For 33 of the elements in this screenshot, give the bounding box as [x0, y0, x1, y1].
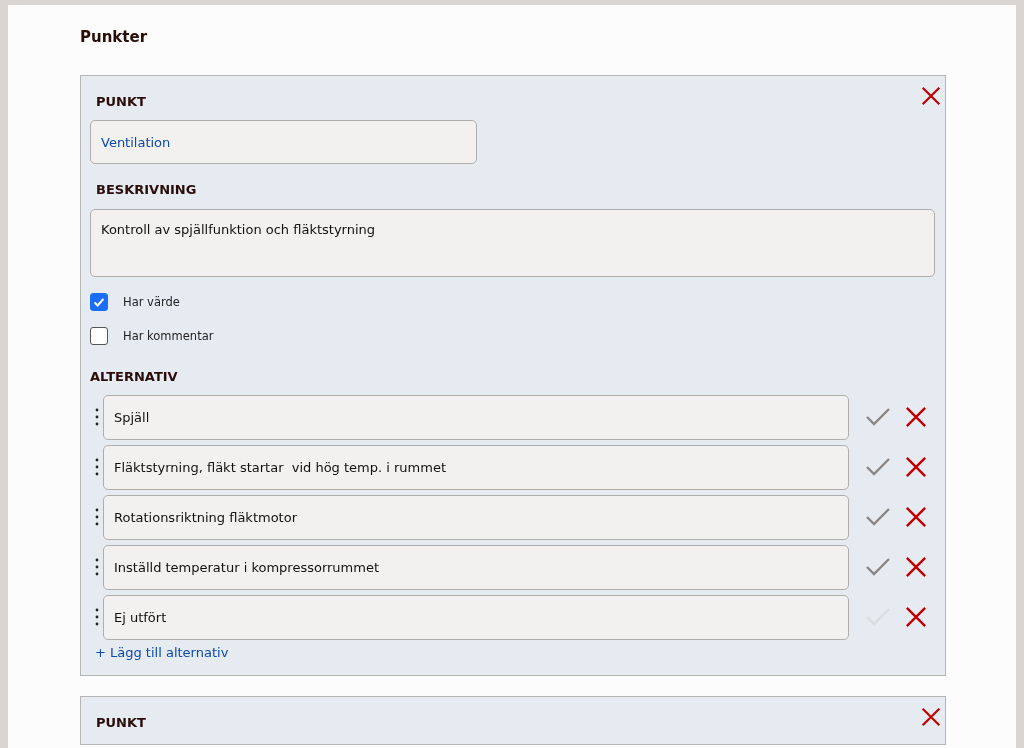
- input-field[interactable]: Ventilation: [90, 120, 477, 164]
- field-label: PUNKT: [95, 93, 146, 109]
- checkmark-icon: [92, 295, 106, 309]
- drag-handle-icon[interactable]: [95, 407, 99, 427]
- delete-icon[interactable]: [905, 556, 927, 578]
- close-icon[interactable]: [921, 707, 941, 727]
- input-field[interactable]: Fläktstyrning, fläkt startar vid hög temp. i rummet: [103, 444, 849, 490]
- delete-icon[interactable]: [905, 406, 927, 428]
- field-label: ALTERNATIV: [90, 368, 178, 384]
- drag-handle-icon[interactable]: [95, 607, 99, 627]
- close-icon[interactable]: [921, 86, 941, 106]
- add-alternative-link[interactable]: + Lägg till alternativ: [95, 645, 229, 660]
- field-label: BESKRIVNING: [95, 181, 197, 197]
- delete-icon[interactable]: [905, 606, 927, 628]
- checkmark-icon[interactable]: [865, 407, 891, 427]
- checkbox-label: Har värde: [123, 295, 180, 309]
- checkmark-icon[interactable]: [865, 557, 891, 577]
- delete-icon[interactable]: [905, 506, 927, 528]
- drag-handle-icon[interactable]: [95, 507, 99, 527]
- checkbox[interactable]: [90, 327, 108, 345]
- section-heading: Punkter: [80, 27, 149, 48]
- textarea-field[interactable]: Kontroll av spjällfunktion och fläktstyrning: [90, 209, 935, 277]
- checkmark-icon[interactable]: [865, 457, 891, 477]
- drag-handle-icon[interactable]: [95, 557, 99, 577]
- drag-handle-icon[interactable]: [95, 457, 99, 477]
- checkbox[interactable]: [90, 293, 108, 311]
- input-field[interactable]: Inställd temperatur i kompressorrummet: [103, 544, 849, 590]
- delete-icon[interactable]: [905, 456, 927, 478]
- checkmark-icon[interactable]: [865, 507, 891, 527]
- field-label: PUNKT: [95, 714, 146, 730]
- input-field[interactable]: Rotationsriktning fläktmotor: [103, 494, 849, 540]
- input-field[interactable]: Spjäll: [103, 394, 849, 440]
- checkbox-label: Har kommentar: [123, 329, 214, 343]
